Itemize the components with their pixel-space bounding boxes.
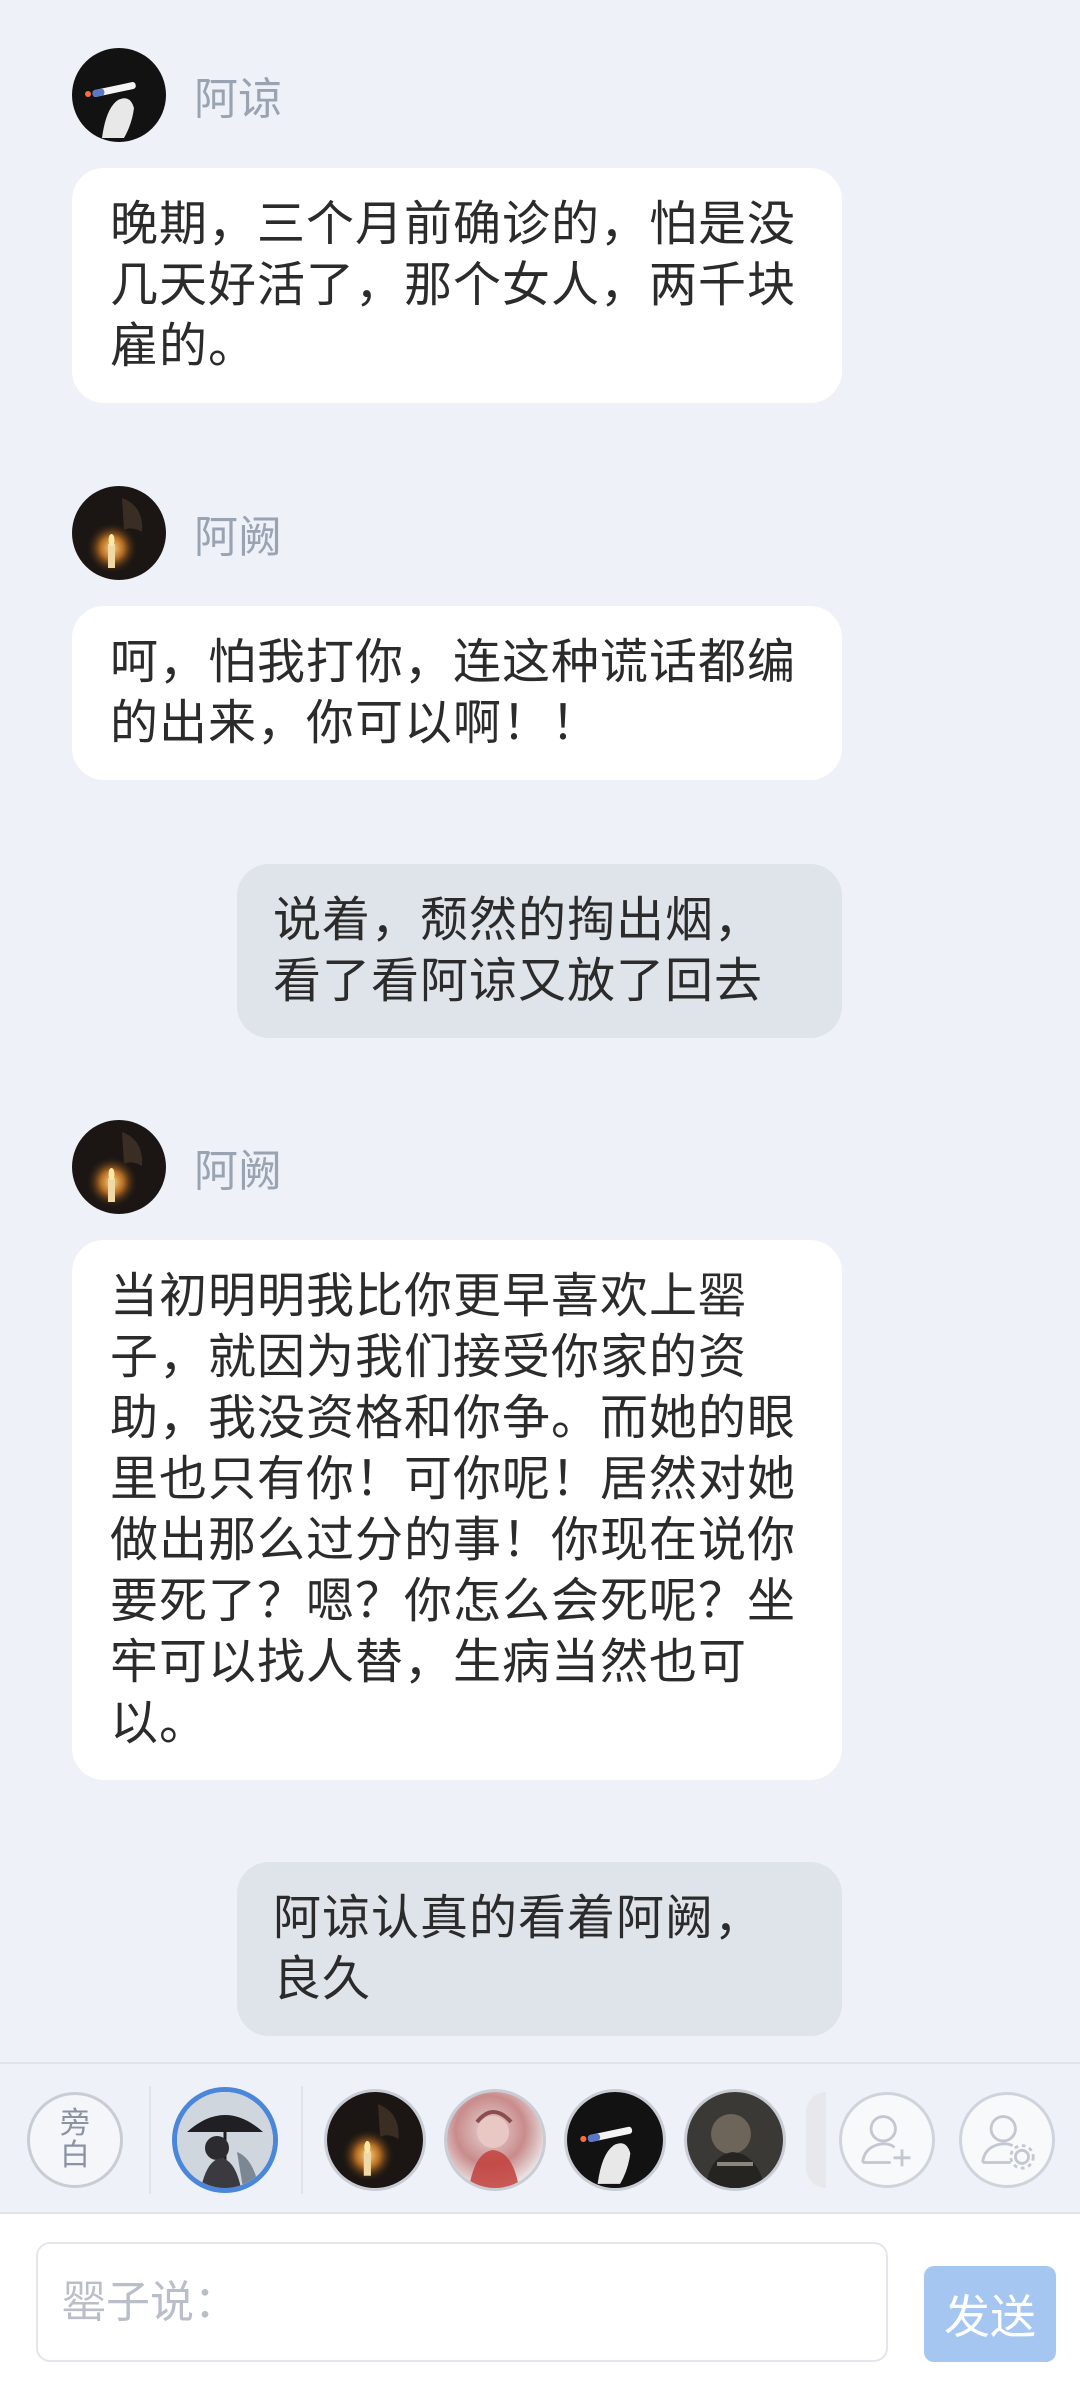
cigarette-avatar[interactable] [567, 2092, 663, 2188]
partial-avatar[interactable] [806, 2092, 826, 2188]
add-user-icon [861, 2115, 911, 2167]
candle-avatar[interactable] [72, 486, 166, 580]
add-user-button[interactable] [839, 2092, 935, 2188]
message-item: 阿谅 晚期，三个月前确诊的，怕是没几天好活了，那个女人，两千块雇的。 [72, 48, 842, 403]
message-item: 阿阙 当初明明我比你更早喜欢上罂子，就因为我们接受你家的资助，我没资格和你争。而… [72, 1120, 842, 1780]
send-button[interactable]: 发送 [924, 2266, 1056, 2362]
message-header: 阿谅 [72, 48, 842, 142]
watercolor-avatar[interactable] [447, 2092, 543, 2188]
cigarette-avatar[interactable] [72, 48, 166, 142]
narrator-label: 旁 [60, 2106, 90, 2141]
input-bar: 发送 [0, 2214, 1080, 2389]
message-input[interactable] [36, 2242, 888, 2362]
dark-portrait-avatar[interactable] [687, 2092, 783, 2188]
user-settings-button[interactable] [959, 2092, 1055, 2188]
chat-area[interactable]: 阿谅 晚期，三个月前确诊的，怕是没几天好活了，那个女人，两千块雇的。 阿阙 呵，… [0, 0, 1080, 2062]
sender-name: 阿谅 [194, 74, 282, 125]
message-bubble[interactable]: 呵，怕我打你，连这种谎话都编的出来，你可以啊！！ [72, 606, 842, 780]
message-item: 阿阙 呵，怕我打你，连这种谎话都编的出来，你可以啊！！ [72, 486, 842, 780]
message-header: 阿阙 [72, 1120, 842, 1214]
narrator-button[interactable]: 旁 白 [27, 2092, 123, 2188]
user-settings-icon [981, 2115, 1035, 2170]
message-bubble[interactable]: 当初明明我比你更早喜欢上罂子，就因为我们接受你家的资助，我没资格和你争。而她的眼… [72, 1240, 842, 1780]
umbrella-girl-avatar[interactable] [177, 2092, 273, 2188]
sender-name: 阿阙 [194, 1146, 282, 1197]
message-bubble[interactable]: 晚期，三个月前确诊的，怕是没几天好活了，那个女人，两千块雇的。 [72, 168, 842, 403]
character-bar: 旁 白 [0, 2062, 1080, 2214]
divider [301, 2086, 303, 2194]
candle-avatar[interactable] [72, 1120, 166, 1214]
sender-name: 阿阙 [194, 512, 282, 563]
divider [149, 2086, 151, 2194]
narration-bubble[interactable]: 阿谅认真的看着阿阙，良久 [237, 1862, 842, 2036]
candle-avatar[interactable] [327, 2092, 423, 2188]
narrator-label: 白 [60, 2138, 90, 2173]
message-header: 阿阙 [72, 486, 842, 580]
narration-bubble[interactable]: 说着，颓然的掏出烟，看了看阿谅又放了回去 [237, 864, 842, 1038]
app-root: 阿谅 晚期，三个月前确诊的，怕是没几天好活了，那个女人，两千块雇的。 阿阙 呵，… [0, 0, 1080, 2389]
